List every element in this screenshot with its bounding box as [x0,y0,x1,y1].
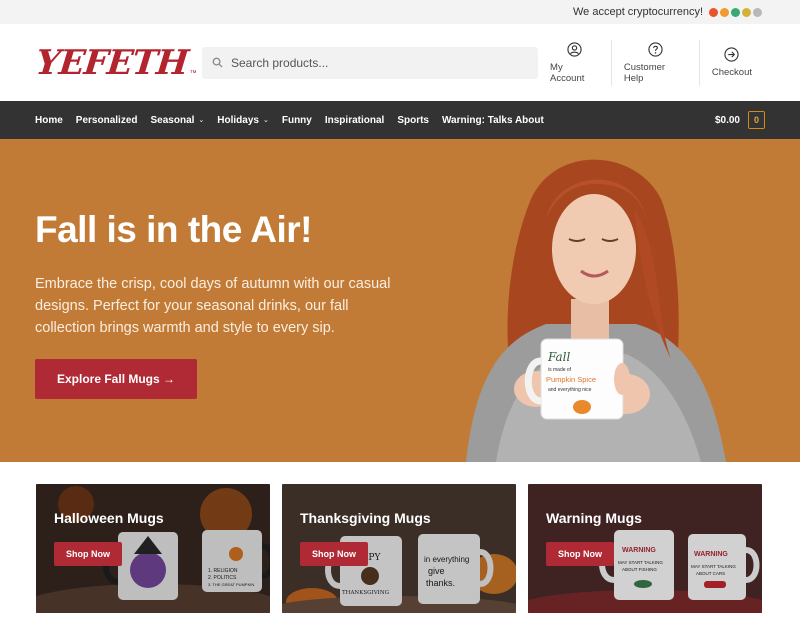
chevron-down-icon: ⌄ [262,117,269,124]
checkout-label: Checkout [711,67,752,78]
arrow-circle-icon [724,47,740,62]
shop-now-button[interactable]: Shop Now [54,542,122,566]
logo-trademark: ™ [189,69,197,77]
mug-text-fall: Fall [547,350,571,364]
site-header: YEFETH ™ My Account Customer Help [0,24,800,101]
crypto-notice: We accept cryptocurrency! [572,6,703,18]
litecoin-icon [753,7,762,17]
shop-now-button[interactable]: Shop Now [546,542,614,566]
nav-item-holidays[interactable]: Holidays ⌄ [217,115,269,126]
hero-banner: Fall is in the Air! Embrace the crisp, c… [0,139,800,462]
cart-count-badge: 0 [748,111,765,129]
cart-total: $0.00 [714,114,740,126]
mug-text-line: is made of [548,367,572,373]
thanksgiving-mugs-card[interactable]: HAPPY THANKSGIVING in everything give th… [282,484,516,613]
card-title: Thanksgiving Mugs [300,510,431,526]
site-logo[interactable]: YEFETH ™ [34,41,197,85]
nav-item-home[interactable]: Home [35,115,63,126]
customer-help-label: Customer Help [623,61,666,84]
main-navigation: Home Personalized Seasonal ⌄ Holidays ⌄ Fu… [0,101,800,139]
warning-mugs-card[interactable]: WARNING MAY START TALKING ABOUT FISHING … [528,484,762,613]
logo-wordmark: YEFETH [33,42,190,83]
nav-label: Funny [281,114,312,126]
card-title: Warning Mugs [546,510,642,526]
tether-icon [731,7,740,17]
checkout-link[interactable]: Checkout [698,39,764,86]
nav-label: Personalized [75,114,138,126]
card-title: Halloween Mugs [54,510,164,526]
dogecoin-icon [742,7,751,17]
nav-item-funny[interactable]: Funny [282,115,312,126]
top-announcement-bar: We accept cryptocurrency! [0,0,800,24]
my-account-link[interactable]: My Account [538,40,611,86]
cart-link[interactable]: $0.00 0 [715,111,765,129]
nav-item-inspirational[interactable]: Inspirational [325,115,384,126]
search-bar [202,46,539,79]
hero-title: Fall is in the Air! [35,209,312,250]
search-icon [212,57,223,68]
my-account-label: My Account [550,61,585,84]
nav-label: Sports [397,114,429,126]
bitcoin-icon [720,7,729,17]
mug-text-line: and everything nice [548,387,592,393]
halloween-mugs-card[interactable]: 1. RELIGION 2. POLITICS 3. THE GREAT PUM… [36,484,270,613]
explore-fall-mugs-button[interactable]: Explore Fall Mugs → [35,359,198,399]
hero-content: Fall is in the Air! Embrace the crisp, c… [35,209,405,399]
mug-text-pumpkin: Pumpkin Spice [546,375,596,384]
nav-label: Seasonal [150,114,195,126]
category-cards: 1. RELIGION 2. POLITICS 3. THE GREAT PUM… [0,484,800,613]
hero-description: Embrace the crisp, cool days of autumn w… [35,276,391,336]
chevron-down-icon: ⌄ [198,117,205,124]
nav-item-seasonal[interactable]: Seasonal ⌄ [151,115,205,126]
user-circle-icon [567,41,582,57]
crypto-icons [709,7,762,17]
nav-label: Home [35,114,63,126]
nav-label: Holidays [217,114,259,126]
monero-icon [709,7,718,17]
header-links: My Account Customer Help Checkout [538,39,764,86]
nav-label: Inspirational [324,114,385,126]
nav-item-personalized[interactable]: Personalized [76,115,138,126]
shop-now-button[interactable]: Shop Now [300,542,368,566]
customer-help-link[interactable]: Customer Help [610,39,699,86]
nav-item-sports[interactable]: Sports [397,115,429,126]
hero-woman-with-mug-image: Fall is made of Pumpkin Spice and everyt… [466,159,726,462]
question-circle-icon [648,41,663,57]
search-input[interactable] [231,55,511,70]
nav-label: Warning: Talks About [441,114,544,126]
nav-item-warning[interactable]: Warning: Talks About [442,115,544,126]
